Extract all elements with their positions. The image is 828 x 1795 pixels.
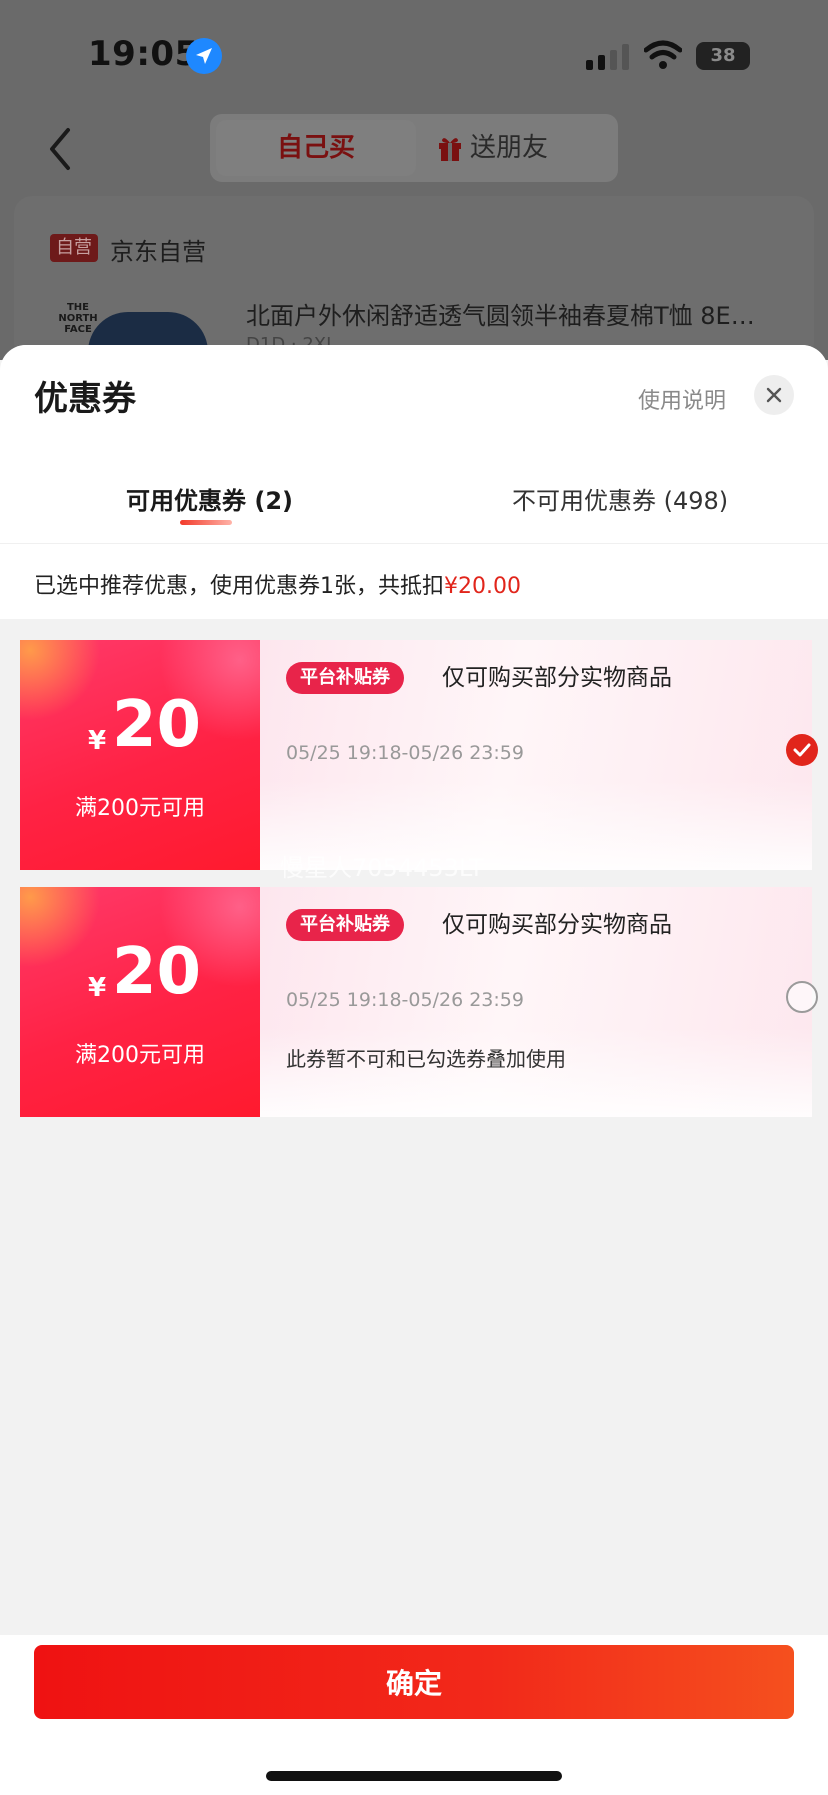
coupon-amount: 20 bbox=[112, 688, 202, 762]
signal-icon bbox=[586, 44, 629, 70]
coupon-validity: 05/25 19:18-05/26 23:59 bbox=[286, 989, 524, 1011]
tab-send-to-friend-label: 送朋友 bbox=[470, 133, 549, 163]
coupon-type-tag: 平台补贴券 bbox=[286, 662, 404, 694]
sheet-header: 优惠券 使用说明 可用优惠券 (2) 不可用优惠券 (498) bbox=[0, 345, 828, 543]
brand-logo: THE NORTH FACE bbox=[58, 302, 98, 335]
tab-buy-for-self[interactable]: 自己买 bbox=[216, 120, 416, 176]
footer: 确定 bbox=[0, 1635, 828, 1795]
confirm-button[interactable]: 确定 bbox=[34, 1645, 794, 1719]
battery-level: 38 bbox=[710, 45, 736, 66]
checkmark-icon bbox=[793, 743, 811, 757]
coupon-currency: ¥ bbox=[88, 726, 107, 756]
discount-summary: 已选中推荐优惠，使用优惠券1张，共抵扣¥20.00 bbox=[0, 543, 828, 619]
coupon-value-panel: ¥ 20 满200元可用 bbox=[20, 887, 260, 1117]
shop-name: 京东自营 bbox=[110, 238, 206, 266]
status-bar: 19:05 38 bbox=[0, 0, 828, 110]
coupon-sheet: 优惠券 使用说明 可用优惠券 (2) 不可用优惠券 (498) 已选中推荐优惠，… bbox=[0, 345, 828, 1795]
coupon-detail-panel: 平台补贴券 仅可购买部分实物商品 05/25 19:18-05/26 23:59… bbox=[260, 887, 818, 1117]
nav-bar: 自己买 送朋友 bbox=[0, 110, 828, 190]
coupon-value-panel: ¥ 20 满200元可用 bbox=[20, 640, 260, 870]
coupon-detail-panel: 平台补贴券 仅可购买部分实物商品 05/25 19:18-05/26 23:59 bbox=[260, 640, 818, 870]
gift-icon bbox=[439, 138, 461, 161]
coupon-stacking-note: 此券暂不可和已勾选券叠加使用 bbox=[286, 1047, 566, 1071]
coupon-threshold: 满200元可用 bbox=[75, 1043, 205, 1068]
summary-text: 已选中推荐优惠，使用优惠券1张，共抵扣 bbox=[34, 574, 444, 599]
watermark: 慢星人7054453LT bbox=[280, 854, 484, 882]
coupon-threshold: 满200元可用 bbox=[75, 796, 205, 821]
product-title: 北面户外休闲舒适透气圆领半袖春夏棉T恤 8E… bbox=[246, 302, 755, 330]
product-card: 自营 京东自营 THE NORTH FACE 北面户外休闲舒适透气圆领半袖春夏棉… bbox=[14, 196, 814, 372]
coupon-checkbox-selected[interactable] bbox=[786, 734, 818, 766]
active-tab-indicator bbox=[180, 520, 232, 525]
coupon-type-tag: 平台补贴券 bbox=[286, 909, 404, 941]
coupon-description: 仅可购买部分实物商品 bbox=[442, 912, 672, 938]
coupon-amount: 20 bbox=[112, 935, 202, 1009]
tab-unusable-coupons[interactable]: 不可用优惠券 (498) bbox=[512, 481, 728, 516]
tab-usable-coupons[interactable]: 可用优惠券 (2) bbox=[126, 481, 293, 516]
battery-icon: 38 bbox=[696, 42, 750, 70]
coupon-card[interactable]: ¥ 20 满200元可用 平台补贴券 仅可购买部分实物商品 05/25 19:1… bbox=[20, 640, 818, 870]
purchase-mode-switch: 自己买 送朋友 bbox=[210, 114, 618, 182]
coupon-description: 仅可购买部分实物商品 bbox=[442, 665, 672, 691]
close-button[interactable] bbox=[754, 375, 794, 415]
self-operated-badge: 自营 bbox=[50, 234, 98, 262]
usage-instructions-link[interactable]: 使用说明 bbox=[638, 383, 726, 415]
background-page: 19:05 38 自己买 送朋友 自营 京东自营 THE NORTH FACE … bbox=[0, 0, 828, 372]
close-icon bbox=[766, 387, 782, 403]
wifi-icon bbox=[644, 40, 682, 69]
summary-amount: ¥20.00 bbox=[444, 574, 521, 599]
coupon-currency: ¥ bbox=[88, 973, 107, 1003]
sheet-title: 优惠券 bbox=[34, 379, 136, 419]
back-chevron-icon[interactable] bbox=[42, 124, 76, 174]
location-arrow-icon bbox=[186, 38, 222, 74]
home-indicator bbox=[266, 1771, 562, 1781]
coupon-card[interactable]: ¥ 20 满200元可用 平台补贴券 仅可购买部分实物商品 05/25 19:1… bbox=[20, 887, 818, 1117]
coupon-checkbox-unselected[interactable] bbox=[786, 981, 818, 1013]
status-time: 19:05 bbox=[88, 34, 199, 74]
coupon-validity: 05/25 19:18-05/26 23:59 bbox=[286, 742, 524, 764]
tab-send-to-friend[interactable]: 送朋友 bbox=[424, 120, 612, 176]
